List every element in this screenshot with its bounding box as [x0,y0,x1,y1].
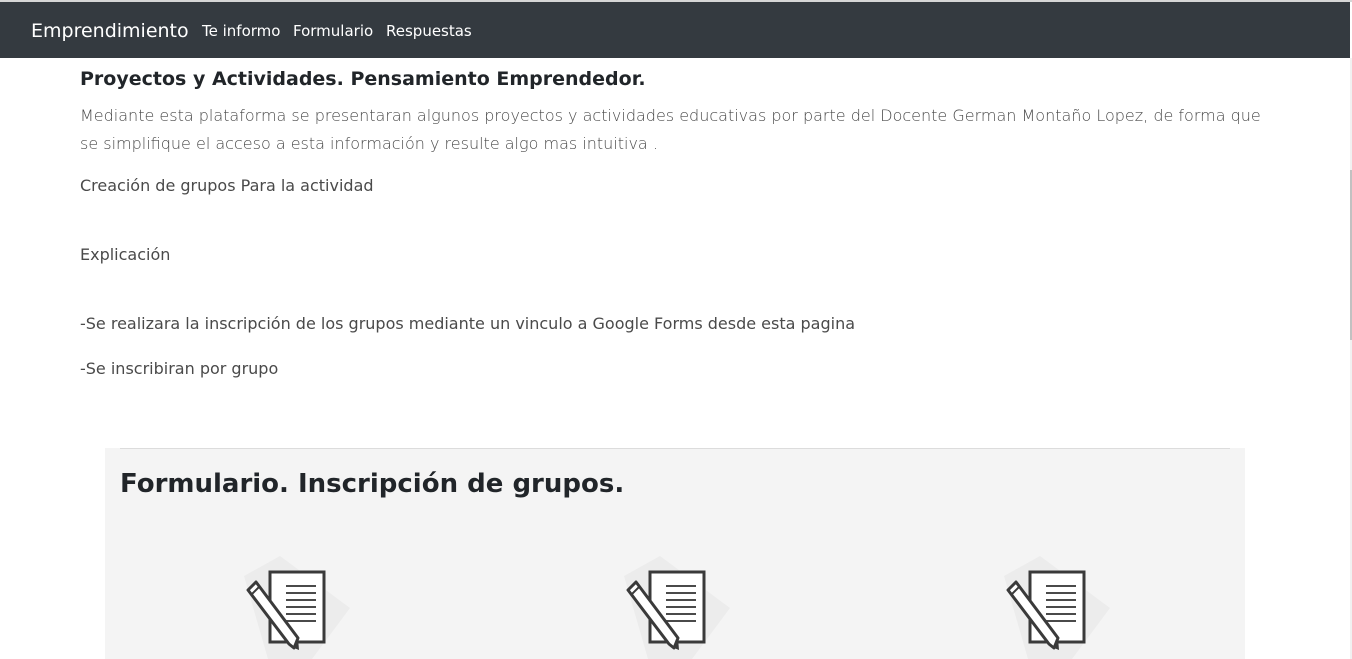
paragraph-group-registration: -Se inscribiran por grupo [80,359,279,378]
nav-link-formulario[interactable]: Formulario [293,21,373,41]
form-section-title: Formulario. Inscripción de grupos. [120,469,625,499]
navbar: Emprendimiento Te informo Formulario Res… [0,2,1350,58]
form-card-3[interactable] [1000,556,1110,659]
section-divider [120,448,1230,449]
intro-section: Proyectos y Actividades. Pensamiento Emp… [80,66,1270,381]
form-card-2[interactable] [620,556,730,659]
form-section: Formulario. Inscripción de grupos. [105,448,1245,659]
navbar-brand[interactable]: Emprendimiento [31,19,189,43]
page-title: Proyectos y Actividades. Pensamiento Emp… [80,68,646,90]
nav-link-respuestas[interactable]: Respuestas [386,21,472,41]
paragraph-group-creation: Creación de grupos Para la actividad [80,176,374,195]
nav-link-te-informo[interactable]: Te informo [202,21,280,41]
form-document-pencil-icon [240,556,350,659]
paragraph-explanation: Explicación [80,245,171,264]
form-card-1[interactable] [240,556,350,659]
form-document-pencil-icon [1000,556,1110,659]
paragraph-registration-info: -Se realizara la inscripción de los grup… [80,314,856,333]
form-document-pencil-icon [620,556,730,659]
intro-description: Mediante esta plataforma se presentaran … [80,106,1261,153]
